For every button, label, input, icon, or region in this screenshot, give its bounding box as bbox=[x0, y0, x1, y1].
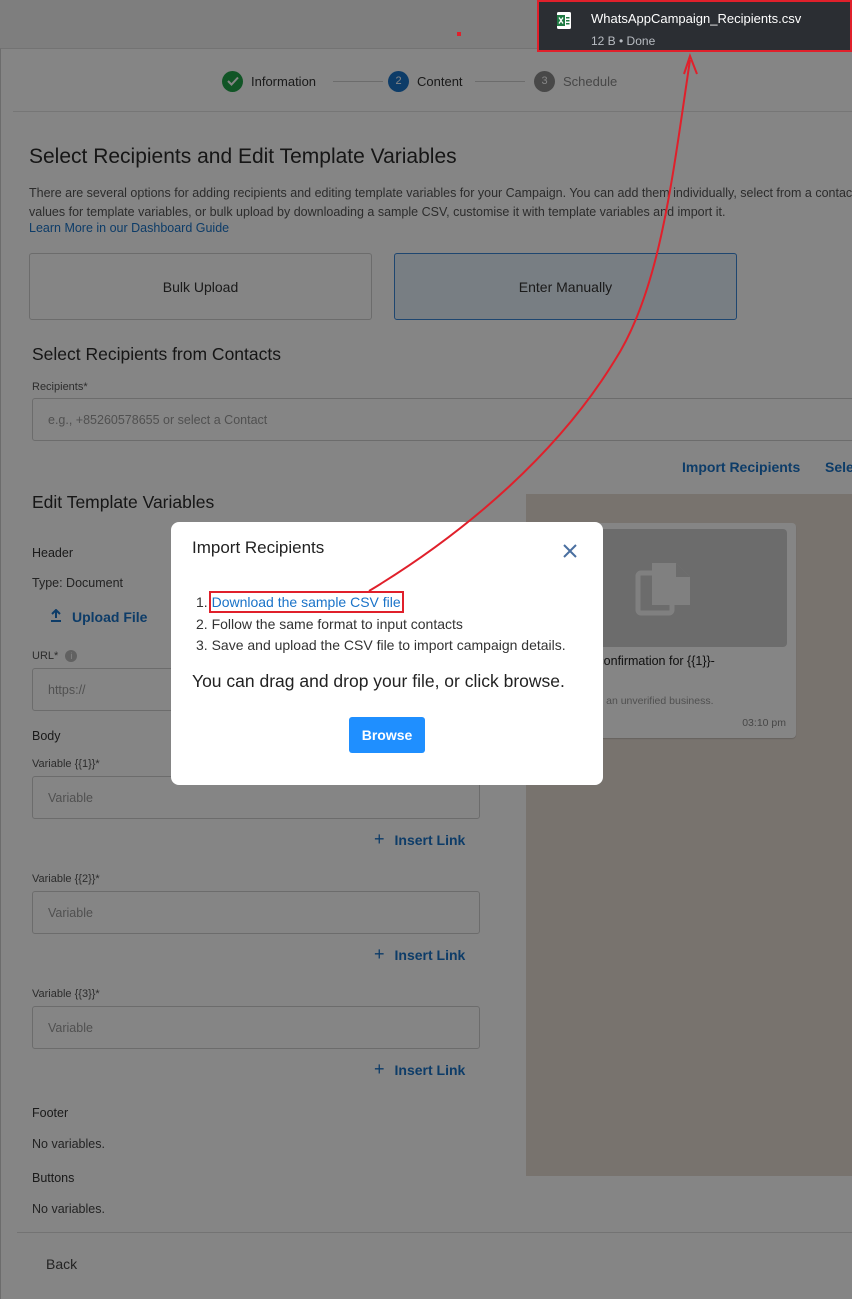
modal-title: Import Recipients bbox=[192, 538, 325, 557]
list-item: 3. Save and upload the CSV file to impor… bbox=[196, 637, 566, 653]
list-item: 1. Download the sample CSV file bbox=[196, 591, 404, 613]
download-filename: WhatsAppCampaign_Recipients.csv bbox=[591, 11, 802, 26]
excel-file-icon bbox=[557, 12, 571, 29]
download-notification[interactable]: WhatsAppCampaign_Recipients.csv 12 B • D… bbox=[537, 0, 852, 52]
list-item: 2. Follow the same format to input conta… bbox=[196, 615, 463, 632]
import-recipients-modal: Import Recipients 1. Download the sample… bbox=[171, 522, 603, 785]
import-steps-list: 1. Download the sample CSV file 2. Follo… bbox=[196, 591, 566, 657]
browse-button[interactable]: Browse bbox=[349, 717, 425, 753]
download-sample-csv-link[interactable]: Download the sample CSV file bbox=[208, 591, 404, 613]
annotation-dot bbox=[457, 32, 461, 36]
drag-drop-instruction: You can drag and drop your file, or clic… bbox=[192, 671, 565, 691]
download-status: 12 B • Done bbox=[591, 34, 656, 48]
close-icon[interactable] bbox=[560, 541, 580, 561]
